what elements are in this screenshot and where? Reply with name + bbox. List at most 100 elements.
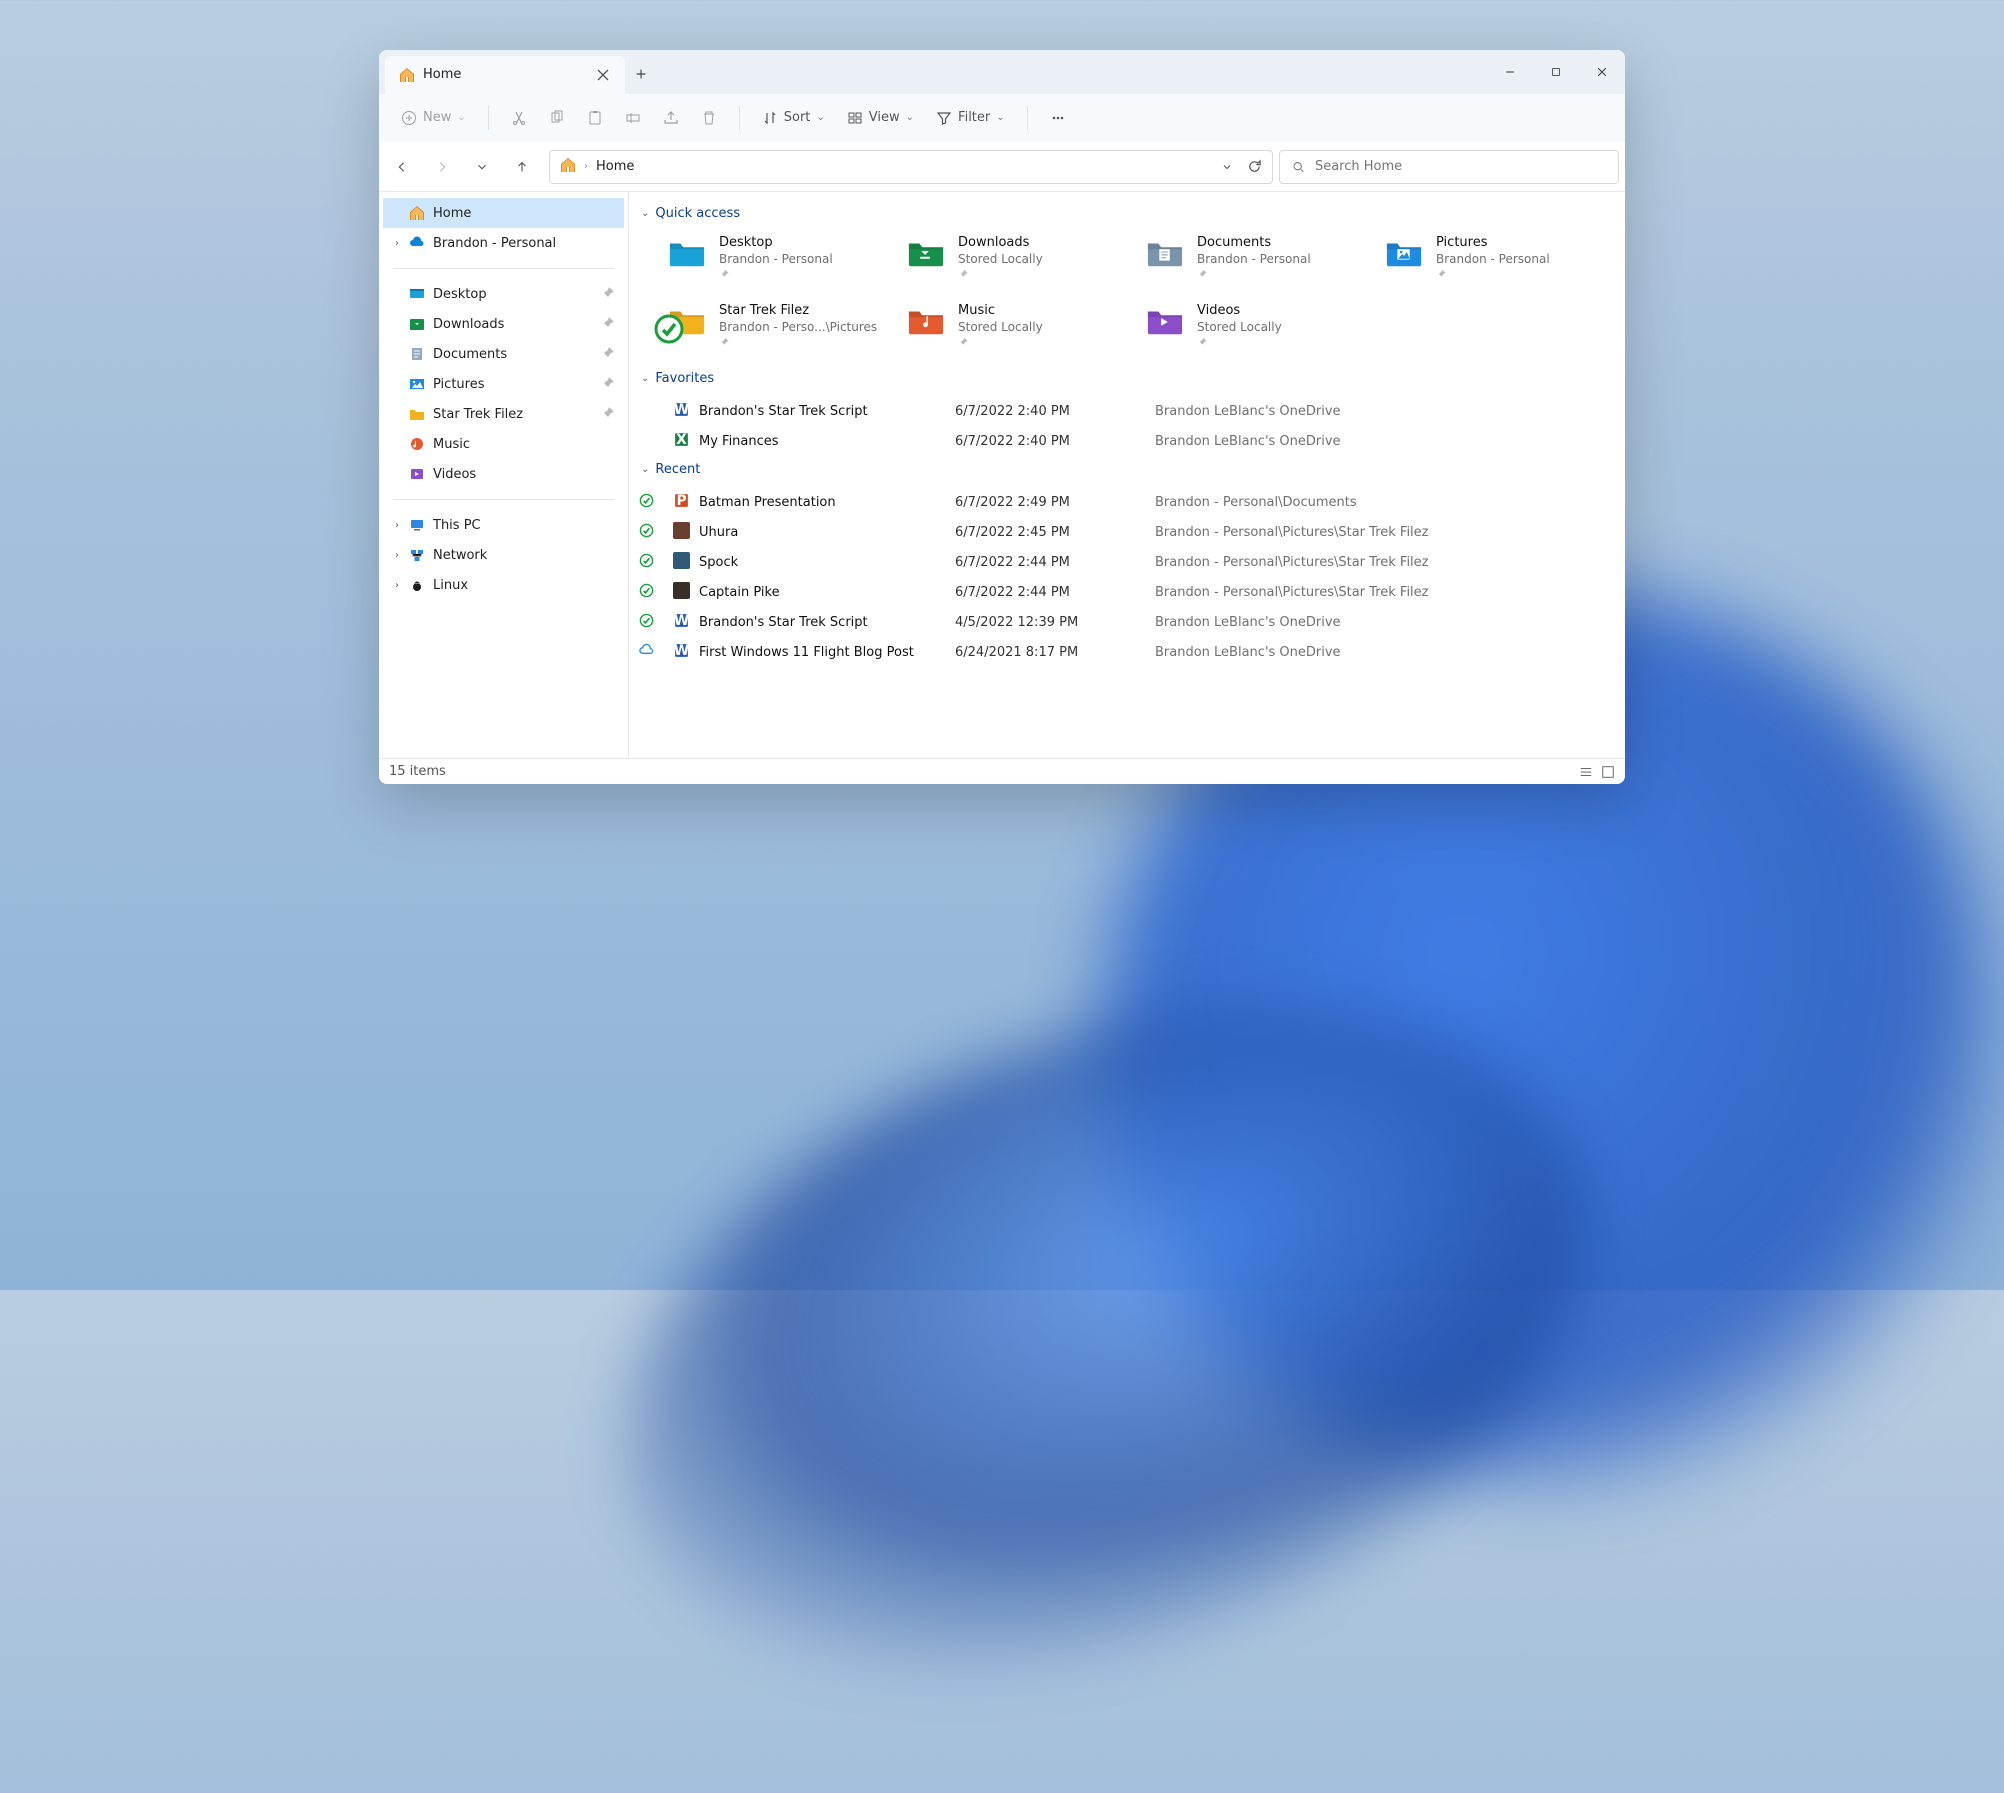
delete-button[interactable] [693,104,725,132]
pin-icon [719,269,730,280]
quick-access-item[interactable]: VideosStored Locally [1145,299,1376,355]
caret-down-icon: ⌄ [641,464,649,475]
folder-name: Star Trek Filez [719,303,877,318]
folder-icon [667,303,707,339]
close-tab-icon[interactable] [595,67,611,83]
sidebar-item-star-trek-filez[interactable]: Star Trek Filez [383,399,624,429]
file-date: 6/7/2022 2:45 PM [955,525,1155,540]
ppt-file-icon [673,492,690,509]
back-button[interactable] [385,150,419,184]
quick-access-item[interactable]: MusicStored Locally [906,299,1137,355]
copy-icon [549,110,565,126]
quick-access-item[interactable]: PicturesBrandon - Personal [1384,231,1615,287]
file-explorer-window: Home New ⌄ Sort ⌄ [379,50,1625,784]
search-box[interactable] [1279,150,1619,184]
forward-button[interactable] [425,150,459,184]
filter-button[interactable]: Filter ⌄ [928,104,1013,132]
file-location: Brandon - Personal\Documents [1155,495,1615,510]
sidebar-item-label: This PC [433,518,481,533]
item-count: 15 items [389,764,446,779]
file-row[interactable]: Uhura6/7/2022 2:45 PMBrandon - Personal\… [639,517,1615,547]
sidebar-item-linux[interactable]: › Linux [383,570,624,600]
sidebar-item-label: Linux [433,578,468,593]
file-location: Brandon - Personal\Pictures\Star Trek Fi… [1155,585,1615,600]
tab-home[interactable]: Home [385,56,625,94]
sidebar-item-label: Brandon - Personal [433,236,556,251]
image-thumbnail [673,522,690,539]
file-row[interactable]: Captain Pike6/7/2022 2:44 PMBrandon - Pe… [639,577,1615,607]
details-view-button[interactable] [1579,765,1593,779]
quick-access-item[interactable]: Star Trek FilezBrandon - Perso...\Pictur… [667,299,898,355]
new-button[interactable]: New ⌄ [393,104,474,132]
sidebar-item-network[interactable]: ›Network [383,540,624,570]
sync-ok-icon [639,583,654,598]
addressbar-chevron-down-icon[interactable] [1221,161,1233,173]
folder-name: Downloads [958,235,1043,250]
quick-access-item[interactable]: DownloadsStored Locally [906,231,1137,287]
word-file-icon [673,401,690,418]
onedrive-icon [409,235,425,251]
sort-button[interactable]: Sort ⌄ [754,104,833,132]
caret-down-icon: ⌄ [641,208,649,219]
file-row[interactable]: My Finances6/7/2022 2:40 PMBrandon LeBla… [639,426,1615,456]
paste-button[interactable] [579,104,611,132]
minimize-icon [1504,66,1516,78]
tabs-area: Home [379,50,657,94]
chevron-right-icon[interactable]: › [391,520,403,531]
copy-button[interactable] [541,104,573,132]
maximize-button[interactable] [1533,50,1579,94]
chevron-right-icon[interactable]: › [391,580,403,591]
chevron-down-icon [475,160,489,174]
sidebar-item-brandon-personal[interactable]: › Brandon - Personal [383,228,624,258]
chevron-right-icon[interactable]: › [391,550,403,561]
sidebar-item-downloads[interactable]: Downloads [383,309,624,339]
recent-locations-button[interactable] [465,150,499,184]
more-button[interactable] [1042,104,1074,132]
filter-icon [936,110,952,126]
address-bar[interactable]: › Home [549,150,1273,184]
up-button[interactable] [505,150,539,184]
sidebar-item-home[interactable]: Home [383,198,624,228]
large-icons-view-button[interactable] [1601,765,1615,779]
share-button[interactable] [655,104,687,132]
new-tab-button[interactable] [625,54,657,94]
file-name: Brandon's Star Trek Script [695,615,955,630]
folder-name: Desktop [719,235,833,250]
sidebar-item-this-pc[interactable]: › This PC [383,510,624,540]
home-icon [560,157,576,177]
quick-access-item[interactable]: DocumentsBrandon - Personal [1145,231,1376,287]
search-input[interactable] [1315,159,1606,174]
pin-icon [958,269,969,280]
folder-name: Documents [1197,235,1311,250]
sidebar-item-pictures[interactable]: Pictures [383,369,624,399]
close-window-button[interactable] [1579,50,1625,94]
sidebar-item-videos[interactable]: Videos [383,459,624,489]
section-favorites[interactable]: ⌄ Favorites [641,371,1615,386]
home-icon [409,205,425,221]
file-row[interactable]: First Windows 11 Flight Blog Post6/24/20… [639,637,1615,667]
rename-button[interactable] [617,104,649,132]
pin-icon [600,316,616,332]
section-title: Quick access [655,206,740,221]
sidebar-item-documents[interactable]: Documents [383,339,624,369]
refresh-icon[interactable] [1247,159,1262,174]
folder-name: Pictures [1436,235,1550,250]
file-row[interactable]: Batman Presentation6/7/2022 2:49 PMBrand… [639,487,1615,517]
sidebar-item-music[interactable]: Music [383,429,624,459]
sidebar-item-label: Star Trek Filez [433,407,523,422]
section-recent[interactable]: ⌄ Recent [641,462,1615,477]
breadcrumb[interactable]: Home [596,159,634,174]
section-quick-access[interactable]: ⌄ Quick access [641,206,1615,221]
sidebar-item-label: Documents [433,347,507,362]
sidebar-item-desktop[interactable]: Desktop [383,279,624,309]
chevron-right-icon[interactable]: › [391,238,403,249]
file-row[interactable]: Brandon's Star Trek Script4/5/2022 12:39… [639,607,1615,637]
view-button[interactable]: View ⌄ [839,104,922,132]
file-row[interactable]: Brandon's Star Trek Script6/7/2022 2:40 … [639,396,1615,426]
close-icon [1596,66,1608,78]
minimize-button[interactable] [1487,50,1533,94]
quick-access-item[interactable]: DesktopBrandon - Personal [667,231,898,287]
sidebar-item-label: Desktop [433,287,487,302]
file-row[interactable]: Spock6/7/2022 2:44 PMBrandon - Personal\… [639,547,1615,577]
cut-button[interactable] [503,104,535,132]
